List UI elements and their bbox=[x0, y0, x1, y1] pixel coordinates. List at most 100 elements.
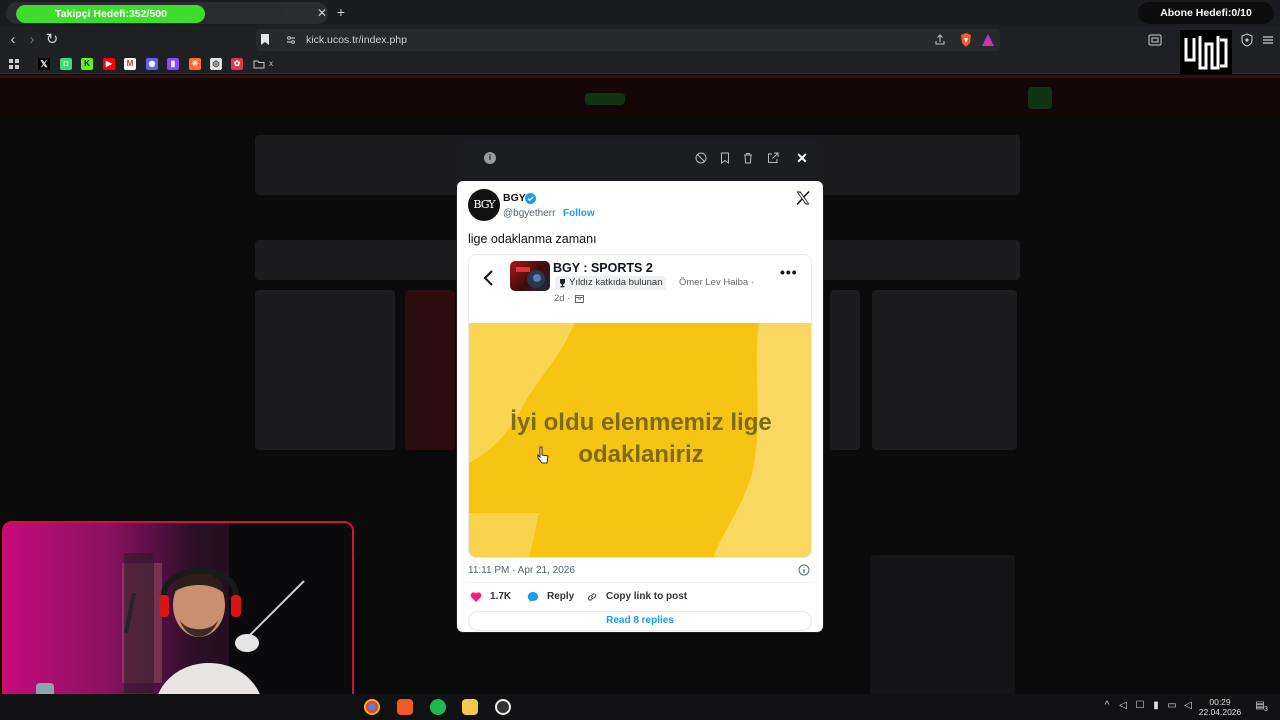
brave-taskbar-icon[interactable] bbox=[397, 699, 413, 715]
open-external-icon[interactable] bbox=[766, 151, 780, 165]
network-icon[interactable]: ▭ bbox=[1166, 700, 1178, 712]
image-caption-text: İyi oldu elenmemiz lige odaklaniriz bbox=[510, 409, 772, 468]
mouse-cursor-icon bbox=[537, 446, 549, 464]
tab-strip: Takipçi Hedefi:352/500 ✕ + Abone Hedefi:… bbox=[0, 0, 1280, 26]
active-tab[interactable]: Takipçi Hedefi:352/500 ✕ bbox=[6, 2, 328, 24]
twitch-bookmark-icon[interactable]: ▮ bbox=[167, 58, 179, 70]
stream-logo bbox=[1180, 30, 1232, 74]
menu-icon[interactable] bbox=[1261, 33, 1275, 47]
address-bar[interactable]: kick.ucos.tr/index.php bbox=[256, 29, 1000, 51]
trash-icon[interactable] bbox=[741, 151, 755, 165]
bookmarks-bar: 𝕏 ◘ K ▶ M ◉ ▮ ✳ ◎ ✿ x bbox=[0, 54, 1280, 74]
reload-icon[interactable]: ↻ bbox=[44, 32, 60, 48]
tray-app-icon[interactable]: ☐ bbox=[1134, 700, 1146, 712]
x-bookmark-icon[interactable]: 𝕏 bbox=[38, 58, 50, 70]
streamer-webcam-image bbox=[36, 523, 352, 716]
discord-bookmark-icon[interactable]: ◉ bbox=[146, 58, 158, 70]
chat-bookmark-icon[interactable]: ◘ bbox=[60, 58, 72, 70]
embed-author[interactable]: Ömer Lev Haiba · bbox=[679, 277, 754, 288]
author-name[interactable]: BGY bbox=[503, 192, 526, 204]
contributor-badge: Yıldız katkıda bulunan bbox=[555, 276, 667, 290]
page-top-nav bbox=[0, 75, 1280, 117]
webcam-overlay bbox=[2, 521, 354, 718]
back-chevron-icon[interactable] bbox=[481, 269, 497, 287]
volume-icon[interactable]: ◁ bbox=[1117, 700, 1129, 712]
back-arrow-icon[interactable]: ‹ bbox=[5, 32, 21, 48]
forward-arrow-icon[interactable]: › bbox=[24, 32, 40, 48]
abone-goal-badge: Abone Hedefi:0/10 bbox=[1138, 2, 1274, 24]
reply-label: Reply bbox=[547, 591, 575, 602]
more-options-icon[interactable]: ••• bbox=[780, 265, 800, 279]
ghost-card bbox=[870, 555, 1015, 695]
site-settings-icon[interactable] bbox=[286, 35, 296, 45]
screenshot-icon[interactable] bbox=[1148, 33, 1162, 47]
notification-count: 3 bbox=[1264, 706, 1268, 713]
divider bbox=[468, 582, 812, 583]
embed-time: 2d · bbox=[554, 293, 571, 304]
takipci-progress-bar: Takipçi Hedefi:352/500 bbox=[16, 5, 284, 23]
tweet-timestamp[interactable]: 11:11 PM · Apr 21, 2026 bbox=[468, 565, 575, 576]
heart-icon bbox=[470, 592, 482, 602]
like-count: 1.7K bbox=[490, 591, 512, 602]
bookmark-icon[interactable] bbox=[718, 151, 732, 165]
microphone-icon[interactable]: ▮ bbox=[1150, 700, 1162, 712]
embed-avatar bbox=[510, 261, 550, 291]
block-icon[interactable] bbox=[694, 151, 708, 165]
tray-chevron-icon[interactable]: ^ bbox=[1101, 700, 1113, 712]
folder-icon[interactable] bbox=[253, 58, 265, 70]
tweet-text: lige odaklanma zamanı bbox=[468, 232, 597, 246]
brave-rewards-icon[interactable] bbox=[981, 33, 995, 47]
clock-date: 22.04.2026 bbox=[1198, 707, 1242, 717]
trophy-icon bbox=[560, 279, 565, 288]
brave-shield-icon[interactable] bbox=[959, 32, 973, 48]
browser-toolbar: ‹ › ↻ kick.ucos.tr/index.php bbox=[0, 26, 1280, 54]
apps-grid-icon[interactable] bbox=[8, 58, 20, 70]
takipci-progress-label: Takipçi Hedefi:352/500 bbox=[55, 8, 167, 20]
x-logo-icon[interactable] bbox=[795, 190, 811, 206]
info-icon[interactable]: i bbox=[484, 152, 496, 164]
ghost-green-chip bbox=[585, 93, 625, 105]
url-text[interactable]: kick.ucos.tr/index.php bbox=[306, 29, 407, 51]
author-avatar[interactable]: BGY bbox=[468, 189, 500, 221]
ghost-card bbox=[872, 290, 1017, 450]
info-circle-icon[interactable] bbox=[798, 564, 810, 576]
embedded-post[interactable]: BGY : SPORTS 2 Yıldız katkıda bulunan Öm… bbox=[468, 254, 812, 558]
ghost-card bbox=[255, 290, 395, 450]
ghost-card bbox=[405, 290, 455, 450]
file-explorer-taskbar-icon[interactable] bbox=[462, 699, 478, 715]
orange-bookmark-icon[interactable]: ✳ bbox=[189, 58, 201, 70]
obs-taskbar-icon[interactable] bbox=[495, 699, 511, 715]
link-icon bbox=[587, 593, 597, 601]
share-icon[interactable] bbox=[934, 34, 946, 46]
tab-close-icon[interactable]: ✕ bbox=[315, 6, 329, 20]
follow-link[interactable]: Follow bbox=[563, 208, 595, 219]
youtube-bookmark-icon[interactable]: ▶ bbox=[103, 58, 115, 70]
red-bookmark-icon[interactable]: ✿ bbox=[231, 58, 243, 70]
kick-bookmark-icon[interactable]: K bbox=[81, 58, 93, 70]
chrome-taskbar-icon[interactable] bbox=[364, 699, 380, 715]
reply-bubble-icon bbox=[527, 591, 539, 602]
ghost-green-button bbox=[1028, 87, 1052, 109]
clock-time: 00:29 bbox=[1209, 697, 1231, 707]
screen: Takipçi Hedefi:352/500 ✕ + Abone Hedefi:… bbox=[0, 0, 1280, 720]
embed-image[interactable]: İyi oldu elenmemiz lige odaklaniriz bbox=[469, 323, 811, 557]
spotify-taskbar-icon[interactable] bbox=[430, 699, 446, 715]
new-tab-button[interactable]: + bbox=[334, 5, 348, 19]
system-clock[interactable]: 00:29 22.04.2026 bbox=[1198, 697, 1242, 717]
contributor-badge-label: Yıldız katkıda bulunan bbox=[569, 277, 663, 288]
vpn-shield-icon[interactable] bbox=[1240, 33, 1254, 47]
verified-badge-icon bbox=[525, 193, 536, 204]
speaker-icon[interactable]: ◁ bbox=[1182, 700, 1194, 712]
calendar-icon bbox=[575, 295, 584, 303]
modal-close-icon[interactable]: ✕ bbox=[795, 150, 809, 166]
gray-bookmark-icon[interactable]: ◎ bbox=[210, 58, 222, 70]
gmail-bookmark-icon[interactable]: M bbox=[124, 58, 136, 70]
read-replies-button[interactable]: Read 8 replies bbox=[468, 611, 812, 631]
tweet-card: BGY BGY @bgyetherr Follow lige odaklanma… bbox=[457, 181, 823, 632]
bookmark-folder-label[interactable]: x bbox=[266, 58, 276, 70]
author-handle[interactable]: @bgyetherr bbox=[503, 208, 555, 219]
embed-account-title[interactable]: BGY : SPORTS 2 bbox=[553, 261, 653, 275]
tweet-preview-modal: i ✕ BGY BGY @bgyetherr Follow lige odakl… bbox=[456, 139, 824, 633]
ghost-card bbox=[830, 290, 860, 450]
bookmark-icon[interactable] bbox=[260, 33, 270, 46]
